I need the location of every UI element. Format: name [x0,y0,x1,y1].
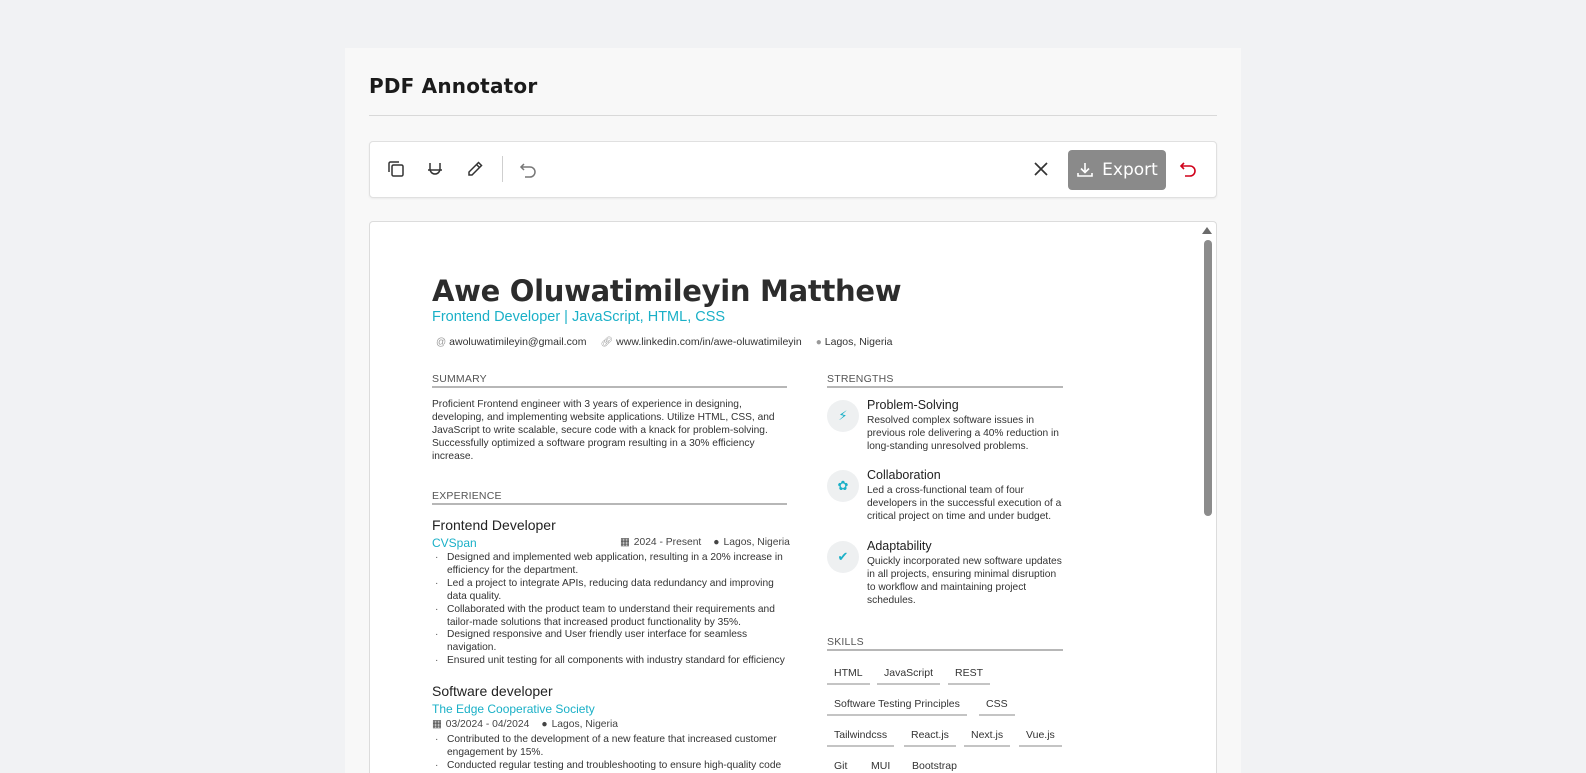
skill-chip: Git [827,758,854,773]
scrollbar-thumb[interactable] [1204,240,1212,516]
at-icon: @ [436,336,447,348]
toolbar-separator [502,156,503,182]
strength-title: Adaptability [867,539,932,553]
award-icon: ✿ [827,470,859,502]
location-pin-icon: ● [713,536,720,548]
location-pin-icon: ● [541,718,548,730]
contact-location: Lagos, Nigeria [824,336,893,348]
skill-chip: Next.js [964,727,1011,747]
title-divider [369,115,1217,116]
export-label: Export [1102,160,1158,180]
strength-text: Led a cross-functional team of four deve… [867,485,1062,522]
job-title: Software developer [432,683,553,699]
bolt-icon: ⚡︎ [827,400,859,432]
pencil-icon[interactable] [461,155,489,183]
close-icon[interactable] [1027,155,1055,183]
link-icon: 🔗︎ [600,336,614,348]
skill-chip: REST [948,665,991,685]
list-item: Designed and implemented web application… [432,552,787,578]
list-item: Led a project to integrate APIs, reducin… [432,578,787,604]
experience-heading: EXPERIENCE [432,490,787,505]
strength-title: Problem-Solving [867,398,959,412]
skill-chip: HTML [827,665,870,685]
summary-text: Proficient Frontend engineer with 3 year… [432,399,775,462]
copy-icon[interactable] [382,155,410,183]
skill-chip: Bootstrap [905,758,964,773]
app-title: PDF Annotator [369,74,538,98]
job-meta: ▦ 03/2024 - 04/2024 ● Lagos, Nigeria [432,718,618,731]
download-icon [1077,163,1093,177]
strength-text: Quickly incorporated new software update… [867,556,1062,606]
contact-email: awoluwatimileyin@gmail.com [449,336,587,348]
annotation-toolbar: Export [369,141,1217,198]
list-item: Conducted regular testing and troublesho… [432,760,787,773]
list-item: Designed responsive and User friendly us… [432,629,787,655]
pdf-viewer[interactable]: Awe Oluwatimileyin Matthew Frontend Deve… [369,221,1217,773]
location-pin-icon: ● [815,336,822,348]
job-title: Frontend Developer [432,517,556,533]
job-meta: ▦ 2024 - Present ● Lagos, Nigeria [620,536,790,549]
job-company: CVSpan [432,536,477,550]
app-panel: PDF Annotator Export Awe Oluwatimileyin … [345,48,1241,773]
contact-row: @ awoluwatimileyin@gmail.com 🔗︎ www.linked… [436,336,893,348]
check-icon: ✔ [827,541,859,573]
list-item: Contributed to the development of a new … [432,734,787,760]
strength-text: Resolved complex software issues in prev… [867,415,1059,452]
summary-heading: SUMMARY [432,373,787,388]
strengths-heading: STRENGTHS [827,373,1063,388]
skills-heading: SKILLS [827,636,1063,651]
skill-chip: MUI [864,758,897,773]
export-button[interactable]: Export [1068,150,1166,190]
job-company: The Edge Cooperative Society [432,702,595,716]
job-location: Lagos, Nigeria [723,536,790,548]
skill-chip: Software Testing Principles [827,696,967,716]
scroll-up-arrow[interactable] [1202,227,1212,234]
skill-chip: React.js [904,727,956,747]
resume-name: Awe Oluwatimileyin Matthew [432,274,902,308]
calendar-icon: ▦ [620,537,630,548]
job-bullets: Contributed to the development of a new … [432,734,787,773]
list-item: Collaborated with the product team to un… [432,604,787,630]
list-item: Ensured unit testing for all components … [432,655,787,668]
skill-chip: Tailwindcss [827,727,895,747]
undo-icon[interactable] [514,155,542,183]
skill-chip: JavaScript [877,665,941,685]
job-dates: 03/2024 - 04/2024 [445,718,530,730]
resume-role: Frontend Developer | JavaScript, HTML, C… [432,309,726,325]
underline-icon[interactable] [421,155,449,183]
job-dates: 2024 - Present [633,536,702,548]
contact-linkedin: www.linkedin.com/in/awe-oluwatimileyin [616,336,802,348]
calendar-icon: ▦ [432,719,442,730]
job-location: Lagos, Nigeria [551,718,618,730]
skill-chip: CSS [979,696,1015,716]
skill-chip: Vue.js [1019,727,1062,747]
reset-icon[interactable] [1174,155,1202,183]
job-bullets: Designed and implemented web application… [432,552,787,668]
strength-title: Collaboration [867,468,941,482]
